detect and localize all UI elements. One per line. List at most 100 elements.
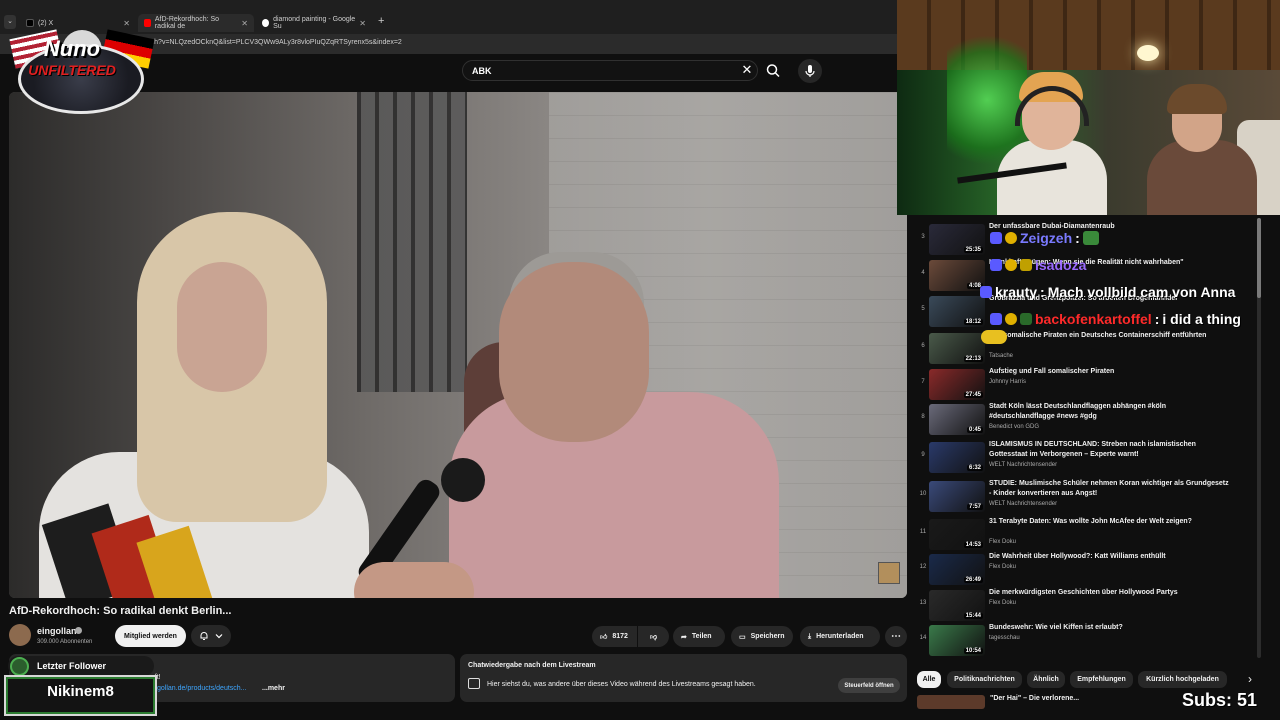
browser-tab-bar: (2) X ✕ AfD-Rekordhoch: So radikal de ✕ … — [0, 0, 897, 34]
rec-title[interactable]: Wie somalische Piraten ein Deutsches Con… — [989, 331, 1229, 341]
playlist-index: 14 — [919, 635, 927, 641]
rec-channel[interactable]: Flex Doku — [989, 539, 1016, 545]
dislike-button[interactable]: 👎︎ — [638, 626, 669, 647]
rec-channel[interactable]: Flex Doku — [989, 564, 1016, 570]
share-label: Teilen — [691, 633, 712, 640]
playlist-item[interactable]: 6 22:13 Wie somalische Piraten ein Deutsch… — [917, 331, 1257, 365]
youtube-favicon-icon — [144, 19, 151, 27]
playlist-item[interactable]: 14 10:54 Bundeswehr: Wie viel Kiffen ist e… — [917, 623, 1257, 657]
rec-channel[interactable]: Benedict von GDG — [989, 424, 1039, 430]
rec-thumbnail[interactable]: 27:45 — [929, 369, 985, 400]
video-man-head — [499, 262, 649, 442]
rec-thumbnail[interactable]: 6:32 — [929, 442, 985, 473]
chevron-right-icon[interactable]: › — [1243, 672, 1257, 687]
chat-colon: : — [1040, 284, 1045, 300]
save-button[interactable]: ▭ Speichern — [731, 626, 793, 647]
rec-channel[interactable]: WELT Nachrichtensender — [989, 462, 1057, 468]
rec-thumbnail[interactable]: 0:45 — [929, 404, 985, 435]
rec-thumbnail[interactable] — [917, 695, 985, 709]
rec-channel[interactable]: WELT Nachrichtensender — [989, 501, 1057, 507]
tab-google[interactable]: diamond painting - Google Su ✕ — [256, 14, 372, 32]
rec-channel[interactable]: tagesschau — [989, 635, 1020, 641]
tab-youtube-video[interactable]: AfD-Rekordhoch: So radikal de ✕ — [138, 14, 254, 32]
chat-colon: : — [1075, 230, 1080, 246]
close-icon[interactable]: ✕ — [359, 19, 366, 28]
sidebar-scrollbar-thumb[interactable] — [1257, 218, 1261, 298]
playlist-item[interactable]: 7 27:45 Aufstieg und Fall somalischer Pira… — [917, 367, 1257, 401]
new-tab-button[interactable]: + — [378, 15, 384, 27]
channel-avatar[interactable] — [9, 624, 31, 646]
open-chat-button[interactable]: Steuerfeld öffnen — [838, 678, 900, 693]
logo-subtitle: UNFILTERED — [28, 62, 116, 78]
download-button[interactable]: ⤓ Herunterladen — [800, 626, 880, 647]
join-button[interactable]: Mitglied werden — [115, 625, 186, 647]
search-input[interactable]: ABK — [462, 60, 758, 81]
rec-title[interactable]: Die merkwürdigsten Geschichten über Holl… — [989, 588, 1229, 598]
rec-title[interactable]: Die Wahrheit über Hollywood?: Katt Willi… — [989, 552, 1229, 562]
notification-button[interactable] — [191, 625, 231, 647]
chip-political-news[interactable]: Politiknachrichten — [947, 671, 1022, 688]
rec-duration: 18:12 — [963, 319, 983, 325]
rec-thumbnail[interactable]: 15:44 — [929, 590, 985, 621]
voice-search-button[interactable] — [798, 59, 822, 83]
rec-thumbnail[interactable]: 26:49 — [929, 554, 985, 585]
playlist-index: 13 — [919, 600, 927, 606]
rec-title[interactable]: Aufstieg und Fall somalischer Piraten — [989, 367, 1229, 377]
rec-thumbnail[interactable]: 25:35 — [929, 224, 985, 255]
chip-recommendations[interactable]: Empfehlungen — [1070, 671, 1133, 688]
like-button[interactable]: 👍︎ 8172 — [592, 626, 637, 647]
chat-text: i did a thing — [1162, 311, 1241, 327]
video-channel-watermark[interactable] — [878, 562, 900, 584]
chat-username: Zeigzeh — [1020, 230, 1073, 246]
chip-all[interactable]: Alle — [917, 671, 941, 688]
playlist-item[interactable]: 11 14:53 31 Terabyte Daten: Was wollte Joh… — [917, 517, 1257, 551]
chat-username: isadoza — [1035, 257, 1087, 273]
rec-thumbnail[interactable]: 14:53 — [929, 519, 985, 550]
like-count: 8172 — [612, 633, 628, 640]
tab-list-button[interactable]: ⌄ — [4, 15, 16, 29]
video-hand — [354, 562, 474, 598]
rec-title[interactable]: ISLAMISMUS IN DEUTSCHLAND: Streben nach … — [989, 440, 1229, 460]
rec-duration: 15:44 — [963, 613, 983, 619]
logo-title: Nuno — [43, 36, 101, 61]
rec-thumbnail[interactable]: 10:54 — [929, 625, 985, 656]
rec-channel[interactable]: Johnny Harris — [989, 379, 1026, 385]
playlist-item[interactable]: 12 26:49 Die Wahrheit über Hollywood?: Kat… — [917, 552, 1257, 586]
close-icon[interactable]: ✕ — [241, 19, 248, 28]
more-actions-button[interactable]: ⋯ — [885, 626, 907, 647]
clear-search-icon[interactable]: ✕ — [740, 63, 754, 77]
playlist-item[interactable]: 9 6:32 ISLAMISMUS IN DEUTSCHLAND: Streben … — [917, 440, 1257, 474]
url-text[interactable]: m/watch?v=NLQzedOCknQ&list=PLCV3QWw9ALy3… — [132, 39, 402, 46]
rec-thumbnail[interactable]: 18:12 — [929, 296, 985, 327]
rec-channel[interactable]: Tatsache — [989, 353, 1013, 359]
x-favicon-icon — [26, 19, 34, 27]
channel-name[interactable]: eingollan — [37, 626, 77, 636]
chip-recently-uploaded[interactable]: Kürzlich hochgeladen — [1138, 671, 1227, 688]
rec-title[interactable]: Stadt Köln lässt Deutschlandflaggen abhä… — [989, 402, 1229, 422]
search-button[interactable] — [761, 60, 786, 81]
rec-title[interactable]: 31 Terabyte Daten: Was wollte John McAfe… — [989, 517, 1229, 527]
google-favicon-icon — [262, 19, 270, 27]
playlist-item[interactable]: 8 0:45 Stadt Köln lässt Deutschlandflaggen… — [917, 402, 1257, 436]
moderator-badge-icon — [990, 232, 1002, 244]
description-more-button[interactable]: ...mehr — [262, 685, 285, 692]
rec-duration: 14:53 — [963, 542, 983, 548]
rec-thumbnail[interactable]: 22:13 — [929, 333, 985, 364]
rec-title[interactable]: Bundeswehr: Wie viel Kiffen ist erlaubt? — [989, 623, 1229, 633]
follower-avatar — [10, 657, 29, 676]
playlist-index: 12 — [919, 564, 927, 570]
subscriber-count: 309.000 Abonnenten — [37, 639, 93, 645]
rec-title[interactable]: "Der Hai" – Die verlorene... — [990, 695, 1079, 702]
rec-channel[interactable]: Flex Doku — [989, 600, 1016, 606]
rec-thumbnail[interactable]: 4:08 — [929, 260, 985, 291]
playlist-item[interactable]: 13 15:44 Die merkwürdigsten Geschichten üb… — [917, 588, 1257, 622]
video-player[interactable] — [9, 92, 907, 598]
close-icon[interactable]: ✕ — [123, 19, 130, 28]
playlist-item[interactable]: 10 7:57 STUDIE: Muslimische Schüler nehmen… — [917, 479, 1257, 513]
description-link[interactable]: gollan.de/products/deutsch... — [157, 685, 247, 692]
rec-title[interactable]: STUDIE: Muslimische Schüler nehmen Koran… — [989, 479, 1229, 499]
share-button[interactable]: ➦ Teilen — [673, 626, 725, 647]
video-title: AfD-Rekordhoch: So radikal denkt Berlin.… — [9, 605, 232, 617]
chip-similar[interactable]: Ähnlich — [1027, 671, 1065, 688]
rec-thumbnail[interactable]: 7:57 — [929, 481, 985, 512]
